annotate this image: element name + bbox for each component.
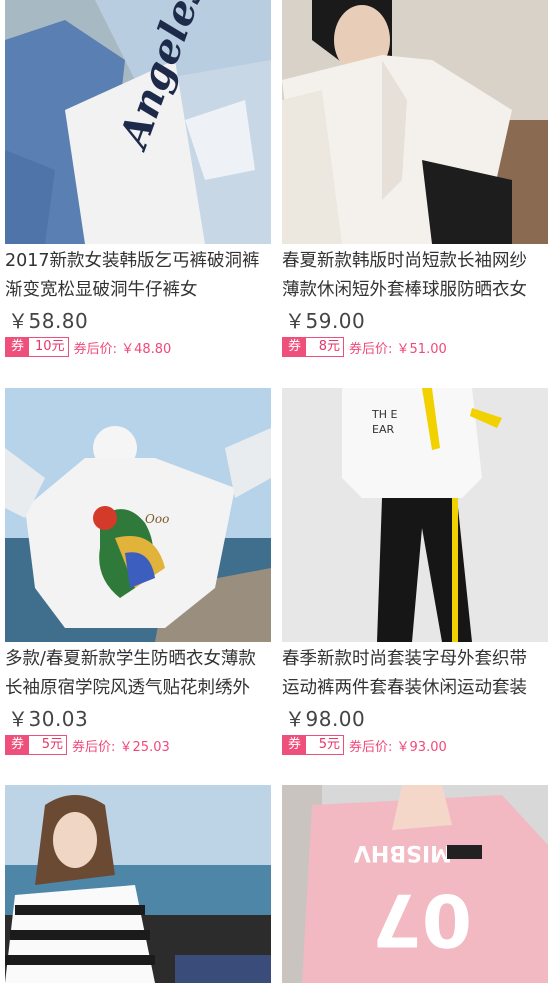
- product-image[interactable]: TH E EAR: [282, 388, 548, 642]
- svg-text:TH E: TH E: [371, 408, 397, 421]
- product-title-line1: 春季新款时尚套装字母外套织带: [282, 649, 527, 669]
- coupon-badge[interactable]: 券 8元: [282, 337, 345, 357]
- product-price: ￥98.00: [285, 707, 366, 731]
- svg-text:MISBHV: MISBHV: [354, 840, 452, 865]
- product-title-line2: 长袖原宿学院风透气贴花刺绣外: [5, 678, 250, 698]
- after-coupon-price: 券后价: ￥93.00: [349, 739, 447, 755]
- coupon-amount: 5元: [306, 736, 344, 754]
- product-title[interactable]: 2017新款女装韩版乞丐裤破洞裤 渐变宽松显破洞牛仔裤女: [5, 247, 271, 305]
- svg-text:Ooo: Ooo: [145, 512, 169, 526]
- product-grid: Angeles 2017新款女装韩版乞丐裤破洞裤 渐变宽松显破洞牛仔裤女 ￥58…: [0, 0, 553, 986]
- coupon-row[interactable]: 券 5元 券后价: ￥25.03: [5, 734, 170, 756]
- coupon-amount: 8元: [306, 338, 344, 356]
- coupon-row[interactable]: 券 8元 券后价: ￥51.00: [282, 336, 447, 358]
- after-coupon-price: 券后价: ￥51.00: [349, 341, 447, 357]
- product-image[interactable]: [282, 0, 548, 244]
- product-price: ￥59.00: [285, 309, 366, 333]
- coupon-badge[interactable]: 券 10元: [5, 337, 69, 357]
- product-title-line2: 薄款休闲短外套棒球服防晒衣女: [282, 280, 527, 300]
- coupon-amount: 5元: [29, 736, 67, 754]
- product-title[interactable]: 多款/春夏新款学生防晒衣女薄款 长袖原宿学院风透气贴花刺绣外: [5, 645, 271, 703]
- product-image[interactable]: MISBHV 07: [282, 785, 548, 983]
- coupon-row[interactable]: 券 5元 券后价: ￥93.00: [282, 734, 447, 756]
- product-title-line1: 2017新款女装韩版乞丐裤破洞裤: [5, 251, 260, 271]
- product-image[interactable]: Angeles: [5, 0, 271, 244]
- coupon-tag: 券: [283, 338, 307, 356]
- coupon-row[interactable]: 券 10元 券后价: ￥48.80: [5, 336, 171, 358]
- coupon-amount: 10元: [29, 338, 68, 356]
- svg-text:07: 07: [372, 878, 472, 962]
- product-image[interactable]: [5, 785, 271, 983]
- coupon-tag: 券: [6, 338, 30, 356]
- after-coupon-price: 券后价: ￥48.80: [73, 341, 172, 357]
- product-title[interactable]: 春季新款时尚套装字母外套织带 运动裤两件套春装休闲运动套装: [282, 645, 548, 703]
- product-title-line1: 春夏新款韩版时尚短款长袖网纱: [282, 251, 527, 271]
- product-price: ￥30.03: [8, 707, 89, 731]
- coupon-badge[interactable]: 券 5元: [282, 735, 345, 755]
- product-title-line1: 多款/春夏新款学生防晒衣女薄款: [5, 649, 256, 669]
- svg-text:EAR: EAR: [372, 423, 394, 436]
- coupon-tag: 券: [283, 736, 307, 754]
- after-coupon-price: 券后价: ￥25.03: [72, 739, 170, 755]
- coupon-badge[interactable]: 券 5元: [5, 735, 68, 755]
- product-title-line2: 渐变宽松显破洞牛仔裤女: [5, 280, 198, 300]
- product-title[interactable]: 春夏新款韩版时尚短款长袖网纱 薄款休闲短外套棒球服防晒衣女: [282, 247, 548, 305]
- coupon-tag: 券: [6, 736, 30, 754]
- product-title-line2: 运动裤两件套春装休闲运动套装: [282, 678, 527, 698]
- product-image[interactable]: Ooo: [5, 388, 271, 642]
- product-price: ￥58.80: [8, 309, 89, 333]
